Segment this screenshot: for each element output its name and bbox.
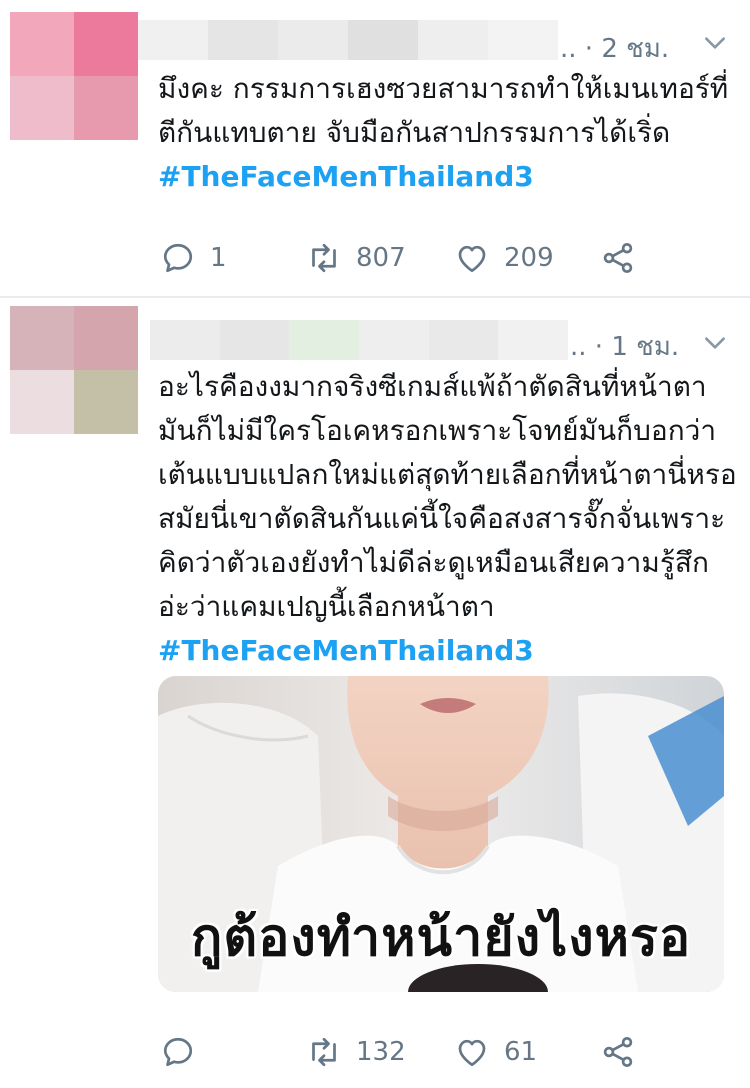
retweet-count: 132: [356, 1037, 406, 1067]
author-name-blurred[interactable]: [138, 20, 558, 60]
tweet-1[interactable]: .. · 2 ชม. มึงคะ กรรมการเฮงซวยสามารถทำให…: [0, 0, 750, 296]
author-name-blurred[interactable]: [150, 320, 569, 360]
like-count: 61: [504, 1037, 538, 1067]
avatar-pixel: [74, 306, 138, 370]
chevron-down-icon[interactable]: [702, 330, 728, 356]
retweet-count: 807: [356, 243, 406, 273]
like-icon: [458, 245, 486, 273]
chevron-down-icon[interactable]: [702, 30, 728, 56]
like-icon: [458, 1039, 486, 1067]
avatar[interactable]: [10, 12, 138, 140]
tweet-text: อะไรคืองงมากจริงซีเกมส์แพ้ถ้าตัดสินที่หน…: [158, 365, 738, 673]
tweet-text-main: อะไรคืองงมากจริงซีเกมส์แพ้ถ้าตัดสินที่หน…: [158, 370, 737, 623]
tweet-text-main: มึงคะ กรรมการเฮงซวยสามารถทำให้เมนเทอร์ที…: [158, 72, 729, 149]
hashtag-link[interactable]: #TheFaceMenThailand3: [158, 160, 534, 193]
tweet-media-image[interactable]: กูต้องทำหน้ายังไงหรอ: [158, 676, 724, 992]
retweet-button[interactable]: 807: [306, 238, 406, 278]
tweet-actions: 1 807 209: [158, 238, 718, 278]
avatar-pixel: [10, 306, 74, 370]
avatar-pixel: [10, 76, 74, 140]
like-button[interactable]: 61: [454, 1032, 537, 1072]
reply-count: 1: [210, 243, 227, 273]
timestamp[interactable]: .. · 2 ชม.: [560, 28, 669, 69]
tweet-2[interactable]: .. · 1 ชม. อะไรคืองงมากจริงซีเกมส์แพ้ถ้า…: [0, 298, 750, 1088]
share-button[interactable]: [600, 1032, 636, 1072]
avatar[interactable]: [10, 306, 138, 434]
reply-icon: [163, 1037, 193, 1067]
reply-icon: [163, 243, 193, 273]
avatar-pixel: [10, 370, 74, 434]
retweet-icon: [312, 1037, 336, 1067]
share-icon: [603, 1037, 633, 1067]
avatar-pixel: [74, 370, 138, 434]
retweet-button[interactable]: 132: [306, 1032, 406, 1072]
avatar-pixel: [10, 12, 74, 76]
share-icon: [603, 243, 633, 273]
timestamp[interactable]: .. · 1 ชม.: [570, 326, 679, 367]
reply-button[interactable]: [160, 1032, 210, 1072]
like-count: 209: [504, 243, 554, 273]
like-button[interactable]: 209: [454, 238, 554, 278]
tweet-text: มึงคะ กรรมการเฮงซวยสามารถทำให้เมนเทอร์ที…: [158, 67, 738, 199]
share-button[interactable]: [600, 238, 636, 278]
media-caption: กูต้องทำหน้ายังไงหรอ: [190, 908, 692, 968]
reply-button[interactable]: 1: [160, 238, 227, 278]
avatar-pixel: [74, 12, 138, 76]
tweet-actions: 132 61: [158, 1032, 718, 1072]
retweet-icon: [312, 243, 336, 273]
hashtag-link[interactable]: #TheFaceMenThailand3: [158, 634, 534, 667]
avatar-pixel: [74, 76, 138, 140]
